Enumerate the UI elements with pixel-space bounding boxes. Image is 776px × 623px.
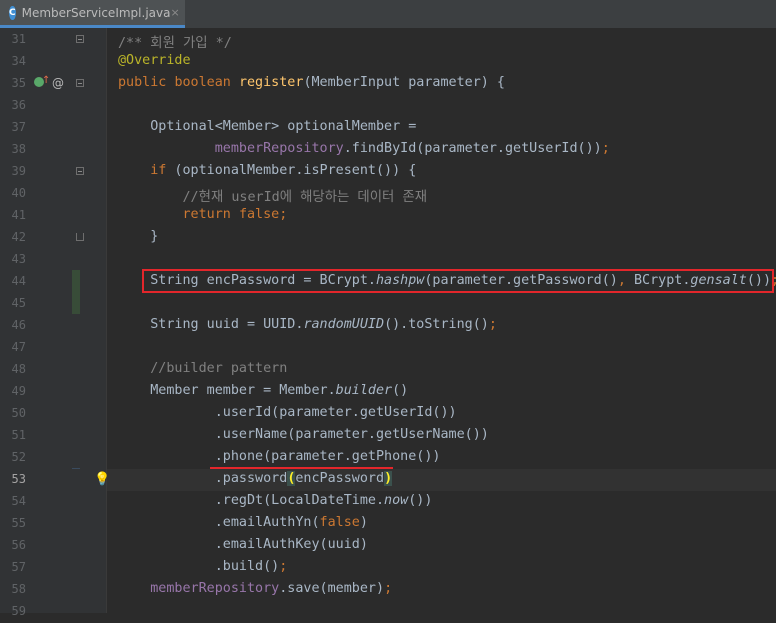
code-line[interactable]: 52 .phone(parameter.getPhone()) bbox=[0, 447, 776, 469]
code-line[interactable]: 44 String encPassword = BCrypt.hashpw(pa… bbox=[0, 271, 776, 293]
code-text[interactable]: Member member = Member.builder() bbox=[118, 383, 408, 398]
code-line[interactable]: 38 memberRepository.findById(parameter.g… bbox=[0, 139, 776, 161]
line-number[interactable]: 54 bbox=[0, 494, 26, 508]
code-line[interactable]: 40 //현재 userId에 해당하는 데이터 존재 bbox=[0, 183, 776, 205]
line-number[interactable]: 41 bbox=[0, 208, 26, 222]
code-line[interactable]: 56 .emailAuthKey(uuid) bbox=[0, 535, 776, 557]
line-number[interactable]: 58 bbox=[0, 582, 26, 596]
line-number[interactable]: 48 bbox=[0, 362, 26, 376]
code-text[interactable]: @Override bbox=[118, 53, 191, 68]
line-number[interactable]: 44 bbox=[0, 274, 26, 288]
code-text[interactable]: .build(); bbox=[118, 559, 288, 574]
code-line[interactable]: 55 .emailAuthYn(false) bbox=[0, 513, 776, 535]
line-number[interactable]: 39 bbox=[0, 164, 26, 178]
code-text[interactable]: /** 회원 가입 */ bbox=[118, 31, 232, 51]
code-text[interactable]: } bbox=[118, 229, 158, 244]
annotation-at-icon[interactable]: @ bbox=[52, 76, 64, 90]
line-number[interactable]: 34 bbox=[0, 54, 26, 68]
line-number[interactable]: 50 bbox=[0, 406, 26, 420]
code-line[interactable]: 34 @Override bbox=[0, 51, 776, 73]
lightbulb-icon[interactable]: 💡 bbox=[94, 472, 110, 487]
line-number[interactable]: 36 bbox=[0, 98, 26, 112]
code-text[interactable]: memberRepository.findById(parameter.getU… bbox=[118, 141, 610, 156]
code-line[interactable]: 41 return false; bbox=[0, 205, 776, 227]
code-line[interactable]: 47 bbox=[0, 337, 776, 359]
tab-label: MemberServiceImpl.java bbox=[21, 5, 171, 20]
code-line[interactable]: 50 .userId(parameter.getUserId()) bbox=[0, 403, 776, 425]
code-text[interactable]: public boolean register(MemberInput para… bbox=[118, 75, 505, 90]
override-arrow-icon: ↑ bbox=[42, 75, 51, 86]
code-line[interactable]: 36 bbox=[0, 95, 776, 117]
code-text[interactable]: .emailAuthYn(false) bbox=[118, 515, 368, 530]
line-number[interactable]: 59 bbox=[0, 604, 26, 618]
code-text[interactable]: return false; bbox=[118, 207, 288, 222]
code-text[interactable]: String encPassword = BCrypt.hashpw(param… bbox=[118, 273, 776, 288]
code-line[interactable]: 35 public boolean register(MemberInput pa… bbox=[0, 73, 776, 95]
code-text[interactable]: .userId(parameter.getUserId()) bbox=[118, 405, 457, 420]
code-text[interactable]: //builder pattern bbox=[118, 361, 287, 376]
code-text[interactable]: memberRepository.save(member); bbox=[118, 581, 392, 596]
code-text[interactable]: .password(encPassword) bbox=[118, 471, 393, 486]
code-line[interactable]: 49 Member member = Member.builder() bbox=[0, 381, 776, 403]
code-line[interactable]: 43 bbox=[0, 249, 776, 271]
code-line[interactable]: 46 String uuid = UUID.randomUUID().toStr… bbox=[0, 315, 776, 337]
line-number[interactable]: 57 bbox=[0, 560, 26, 574]
line-number[interactable]: 40 bbox=[0, 186, 26, 200]
code-text[interactable]: Optional<Member> optionalMember = bbox=[118, 119, 416, 134]
code-line[interactable]: 37 Optional<Member> optionalMember = bbox=[0, 117, 776, 139]
code-text[interactable]: .emailAuthKey(uuid) bbox=[118, 537, 368, 552]
code-line[interactable]: 59 bbox=[0, 601, 776, 623]
code-line[interactable]: 39 if (optionalMember.isPresent()) { bbox=[0, 161, 776, 183]
code-text[interactable]: if (optionalMember.isPresent()) { bbox=[118, 163, 416, 178]
code-line[interactable]: 51 .userName(parameter.getUserName()) bbox=[0, 425, 776, 447]
code-line[interactable]: 48 //builder pattern bbox=[0, 359, 776, 381]
line-number[interactable]: 46 bbox=[0, 318, 26, 332]
line-number[interactable]: 35 bbox=[0, 76, 26, 90]
line-number[interactable]: 31 bbox=[0, 32, 26, 46]
code-text[interactable]: .regDt(LocalDateTime.now()) bbox=[118, 493, 433, 508]
line-number[interactable]: 55 bbox=[0, 516, 26, 530]
code-text[interactable]: .userName(parameter.getUserName()) bbox=[118, 427, 489, 442]
code-line[interactable]: 45 bbox=[0, 293, 776, 315]
line-number[interactable]: 53 bbox=[0, 472, 26, 486]
code-line[interactable]: 42 } bbox=[0, 227, 776, 249]
line-number[interactable]: 38 bbox=[0, 142, 26, 156]
close-tab-icon[interactable]: × bbox=[170, 6, 179, 19]
line-number[interactable]: 42 bbox=[0, 230, 26, 244]
line-number[interactable]: 37 bbox=[0, 120, 26, 134]
code-line[interactable]: 57 .build(); bbox=[0, 557, 776, 579]
java-class-icon: C bbox=[9, 5, 16, 20]
line-number[interactable]: 52 bbox=[0, 450, 26, 464]
line-number[interactable]: 47 bbox=[0, 340, 26, 354]
line-number[interactable]: 43 bbox=[0, 252, 26, 266]
tab-memberserviceimpl[interactable]: C MemberServiceImpl.java × bbox=[0, 0, 185, 28]
code-line[interactable]: 58 memberRepository.save(member); bbox=[0, 579, 776, 601]
code-line[interactable]: 54 .regDt(LocalDateTime.now()) bbox=[0, 491, 776, 513]
line-number[interactable]: 49 bbox=[0, 384, 26, 398]
line-number[interactable]: 56 bbox=[0, 538, 26, 552]
code-text[interactable]: //현재 userId에 해당하는 데이터 존재 bbox=[118, 185, 427, 205]
line-number[interactable]: 45 bbox=[0, 296, 26, 310]
code-line[interactable]: 31 /** 회원 가입 */ bbox=[0, 29, 776, 51]
code-text[interactable]: String uuid = UUID.randomUUID().toString… bbox=[118, 317, 497, 332]
code-text[interactable]: .phone(parameter.getPhone()) bbox=[118, 449, 441, 464]
line-number[interactable]: 51 bbox=[0, 428, 26, 442]
editor-tab-bar: C MemberServiceImpl.java × bbox=[0, 0, 776, 29]
code-line[interactable]: 53 .password(encPassword) 💡 bbox=[0, 469, 776, 491]
